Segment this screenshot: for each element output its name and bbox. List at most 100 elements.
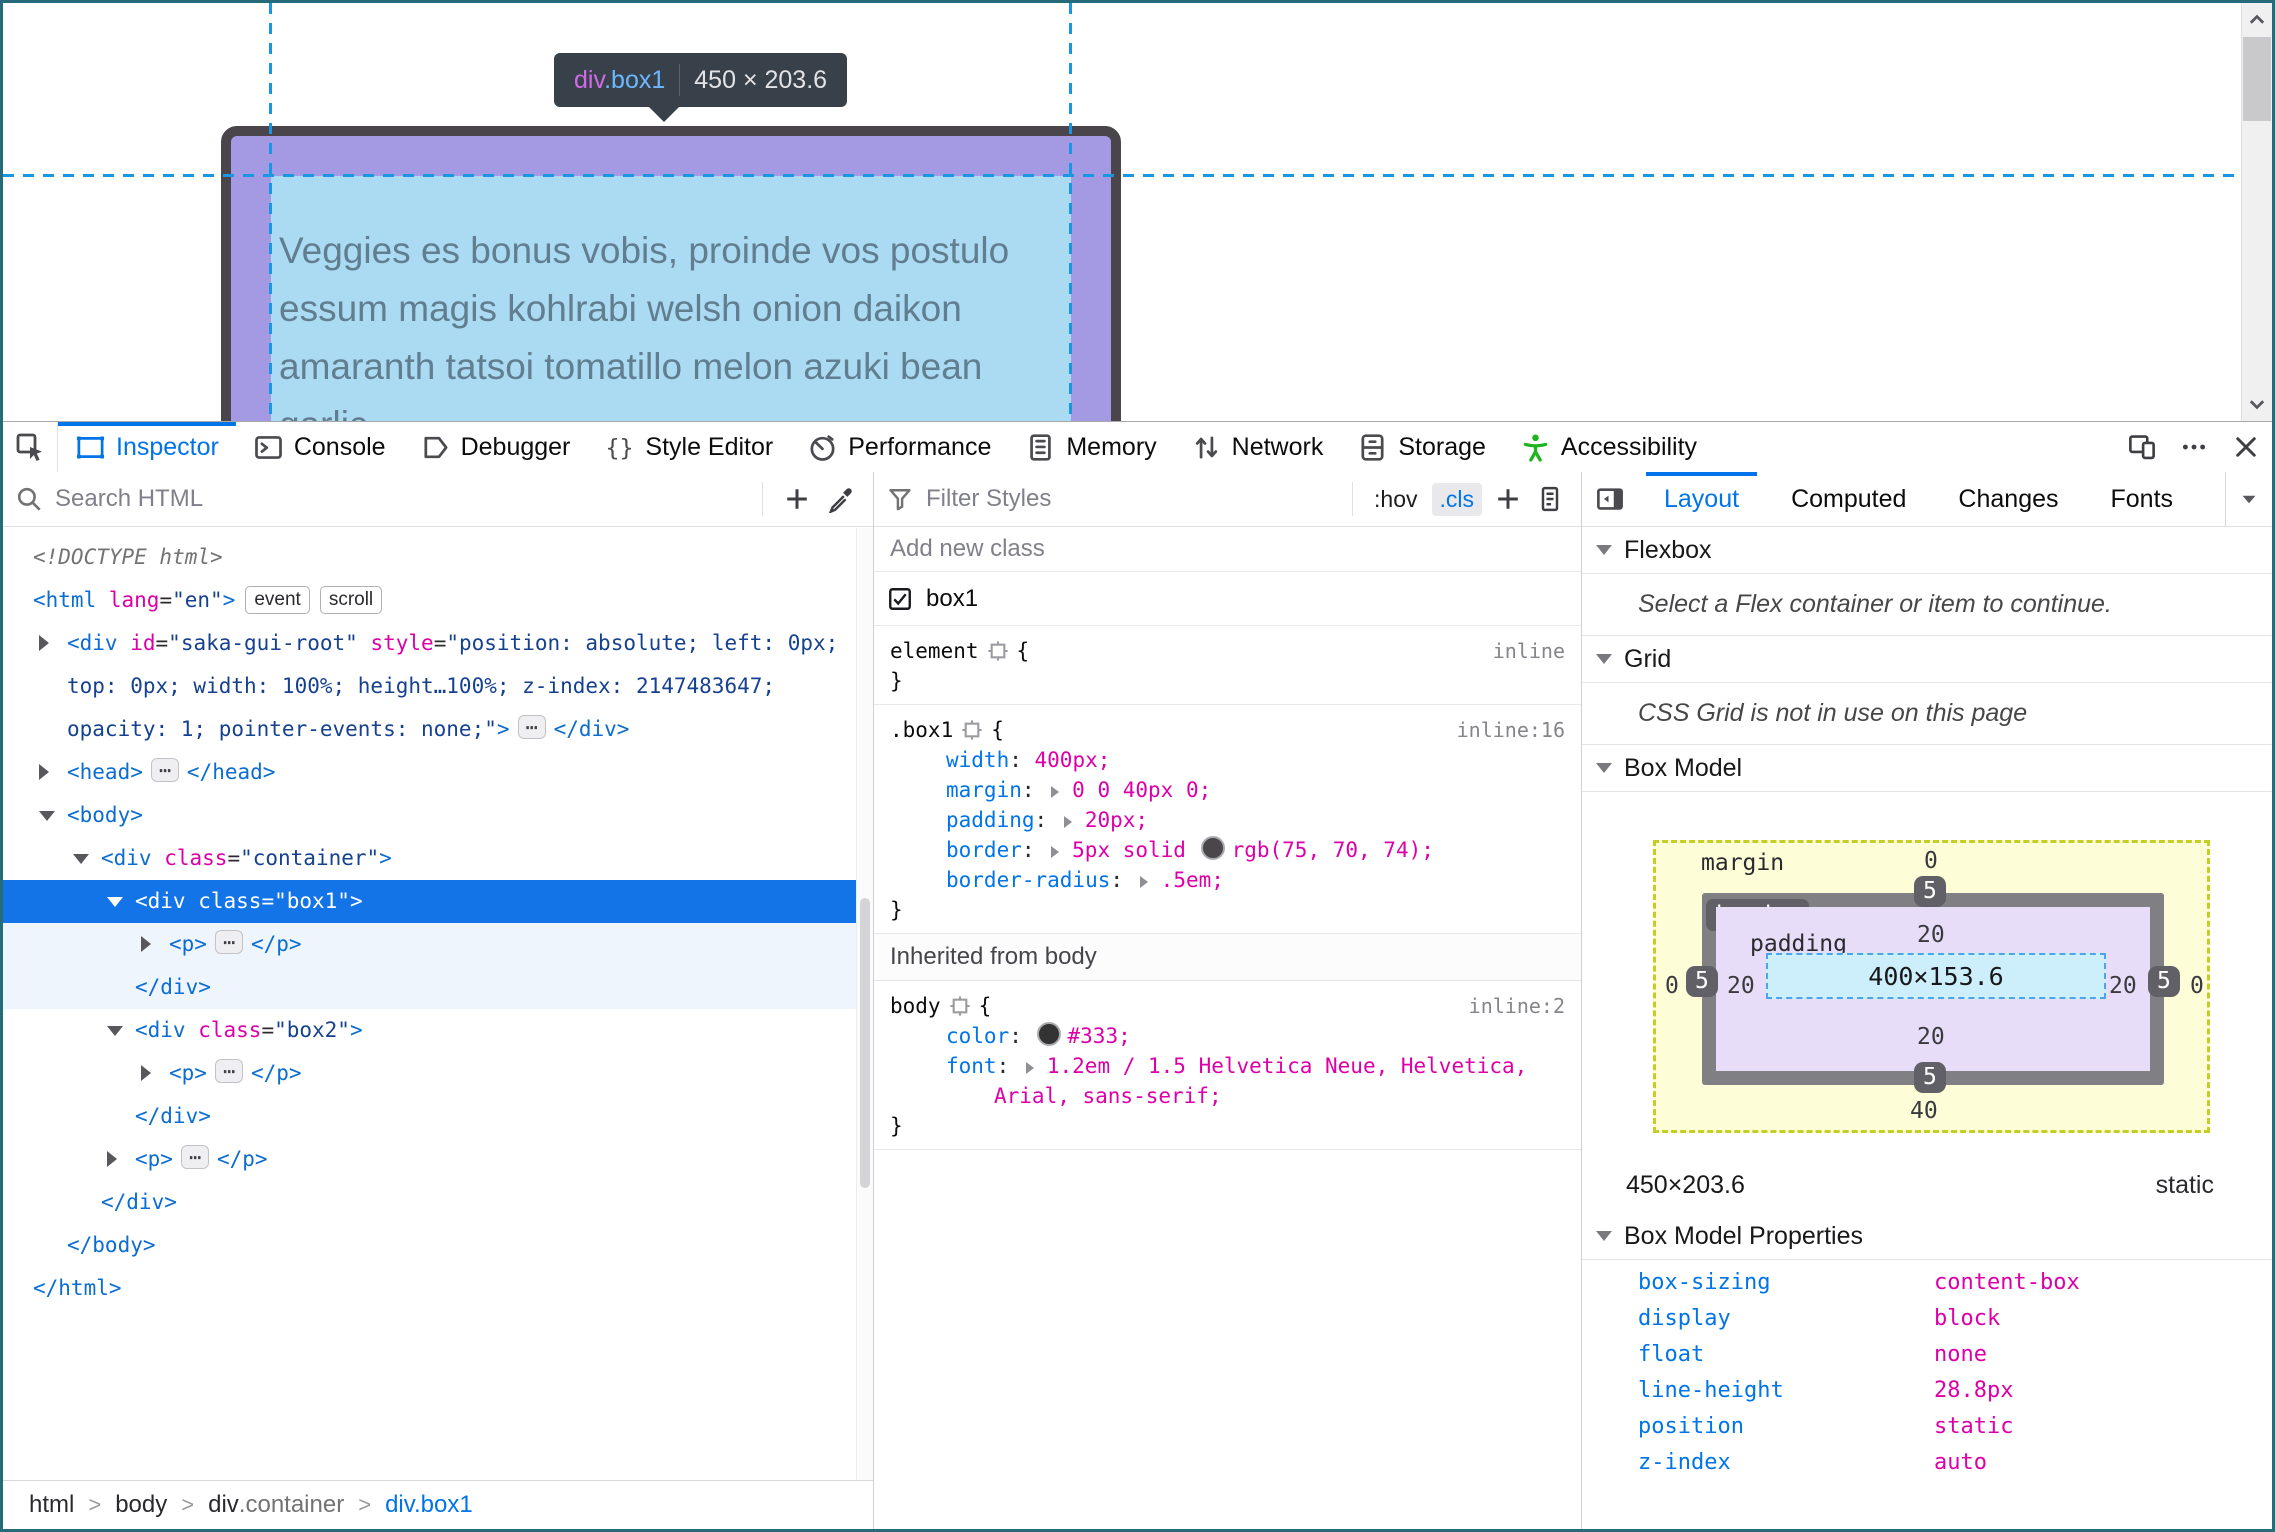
markup-node-row[interactable]: </html> [3,1267,857,1310]
rule-selector[interactable]: body [890,991,941,1021]
padding-right-value[interactable]: 20 [2109,973,2137,999]
pick-element-button[interactable] [3,422,58,472]
close-button[interactable] [2220,422,2272,472]
highlight-target-icon[interactable] [949,995,971,1017]
toolbox-tab-inspector[interactable]: Inspector [58,422,236,472]
expand-arrow-icon[interactable] [141,936,159,952]
add-rule-button[interactable] [1494,485,1522,513]
toolbox-tab-storage[interactable]: Storage [1340,422,1503,472]
margin-right-value[interactable]: 0 [2190,973,2204,999]
property-value[interactable]: 400px [1035,748,1098,772]
rule-selector[interactable]: element [890,636,979,666]
property-value[interactable]: 20px [1085,808,1136,832]
class-toggle-row[interactable]: box1 [874,572,1581,626]
markup-node-row[interactable]: </div> [3,1181,857,1224]
class-checkbox[interactable] [888,587,912,611]
property-name[interactable]: color [946,1024,1009,1048]
css-declaration[interactable]: font: 1.2em / 1.5 Helvetica Neue, Helvet… [890,1051,1565,1111]
rule-selector[interactable]: .box1 [890,715,953,745]
breadcrumb-item[interactable]: div .container [208,1491,344,1519]
menu-button[interactable] [2168,422,2220,472]
property-value[interactable]: 1.2em / 1.5 Helvetica Neue, Helvetica, A… [994,1054,1527,1108]
markup-node-row[interactable]: <div class="box1"> [3,880,857,923]
filter-styles-input[interactable]: Filter Styles [926,485,1342,513]
property-name[interactable]: margin [946,778,1022,802]
padding-left-value[interactable]: 20 [1727,973,1755,999]
expand-arrow-icon[interactable] [73,854,89,872]
property-value[interactable]: #333 [1068,1024,1119,1048]
markup-node-row[interactable]: <html lang="en"> event scroll [3,579,857,622]
sidebar-toggle-icon[interactable] [1582,472,1638,526]
all-tabs-chevron-icon[interactable] [2225,472,2272,526]
box-model-properties-header[interactable]: Box Model Properties [1582,1213,2272,1260]
expand-arrow-icon[interactable] [141,1065,159,1081]
padding-top-value[interactable]: 20 [1917,922,1945,948]
property-value[interactable]: 5px solid [1072,838,1198,862]
margin-left-value[interactable]: 0 [1665,973,1679,999]
css-declaration[interactable]: border-radius: .5em; [890,865,1565,895]
css-declaration[interactable]: width: 400px; [890,745,1565,775]
print-media-icon[interactable] [1536,485,1564,513]
tab-changes[interactable]: Changes [1932,472,2084,526]
expand-arrow-icon[interactable] [39,811,55,829]
property-name[interactable]: padding [946,808,1035,832]
css-declaration[interactable]: margin: 0 0 40px 0; [890,775,1565,805]
collapsed-content-ellipsis[interactable]: ⋯ [214,930,243,954]
collapsed-content-ellipsis[interactable]: ⋯ [180,1145,209,1169]
breadcrumb-item[interactable]: html [29,1491,74,1519]
scroll-up-icon[interactable] [2242,5,2272,35]
toolbox-tab-network[interactable]: Network [1174,422,1341,472]
box-model-content-region[interactable]: 400×153.6 [1766,953,2106,999]
markup-scrollbar-thumb[interactable] [860,898,870,1188]
breadcrumb-item[interactable]: div.box1 [385,1491,473,1519]
markup-node-row[interactable]: <div class="box2"> [3,1009,857,1052]
scroll-down-icon[interactable] [2242,389,2272,419]
tab-computed[interactable]: Computed [1765,472,1932,526]
property-name[interactable]: font [946,1054,997,1078]
expand-value-icon[interactable] [1025,1062,1040,1074]
toolbox-tab-style-editor[interactable]: {} Style Editor [587,422,790,472]
event-badge[interactable]: event [245,586,310,614]
rule-source-link[interactable]: inline:2 [1469,991,1565,1021]
css-declaration[interactable]: border: 5px solid rgb(75, 70, 74); [890,835,1565,865]
toolbox-tab-performance[interactable]: Performance [790,422,1008,472]
property-value[interactable]: .5em [1161,868,1212,892]
expand-arrow-icon[interactable] [107,1151,125,1167]
flexbox-section-header[interactable]: Flexbox [1582,527,2272,574]
expand-value-icon[interactable] [1063,816,1078,828]
expand-arrow-icon[interactable] [107,897,123,915]
page-scrollbar[interactable] [2241,3,2272,421]
collapsed-content-ellipsis[interactable]: ⋯ [214,1059,243,1083]
breadcrumb-item[interactable]: body [115,1491,167,1519]
color-swatch[interactable] [1036,1022,1061,1046]
expand-value-icon[interactable] [1139,876,1154,888]
markup-node-row[interactable]: <div id="saka-gui-root" style="position:… [3,622,857,751]
expand-value-icon[interactable] [1051,786,1065,798]
add-new-class-input[interactable]: Add new class [874,527,1581,572]
add-node-button[interactable] [783,485,811,513]
markup-node-row[interactable]: <p> ⋯ </p> [3,923,857,966]
rule-source-link[interactable]: inline [1493,636,1565,666]
tab-fonts[interactable]: Fonts [2085,472,2200,526]
collapsed-content-ellipsis[interactable]: ⋯ [517,715,546,739]
property-name[interactable]: border-radius [946,868,1110,892]
property-value[interactable]: 0 0 40px 0 [1072,778,1198,802]
margin-bottom-value[interactable]: 40 [1910,1098,1938,1124]
toggle-classes-button[interactable]: .cls [1431,482,1482,516]
markup-node-row[interactable]: <p> ⋯ </p> [3,1138,857,1181]
scrollbar-thumb[interactable] [2243,37,2271,121]
grid-section-header[interactable]: Grid [1582,636,2272,683]
toolbox-tab-console[interactable]: Console [236,422,403,472]
scroll-badge[interactable]: scroll [319,586,383,614]
markup-node-row[interactable]: </div> [3,966,857,1009]
property-name[interactable]: border [946,838,1022,862]
box-model-section-header[interactable]: Box Model [1582,745,2272,792]
eyedropper-icon[interactable] [827,485,855,513]
border-right-value[interactable]: 5 [2148,966,2180,997]
color-swatch[interactable] [1200,836,1225,860]
collapsed-content-ellipsis[interactable]: ⋯ [150,758,179,782]
expand-arrow-icon[interactable] [107,1026,123,1044]
border-left-value[interactable]: 5 [1686,966,1718,997]
markup-node-row[interactable]: <head> ⋯ </head> [3,751,857,794]
tab-layout[interactable]: Layout [1638,472,1765,526]
